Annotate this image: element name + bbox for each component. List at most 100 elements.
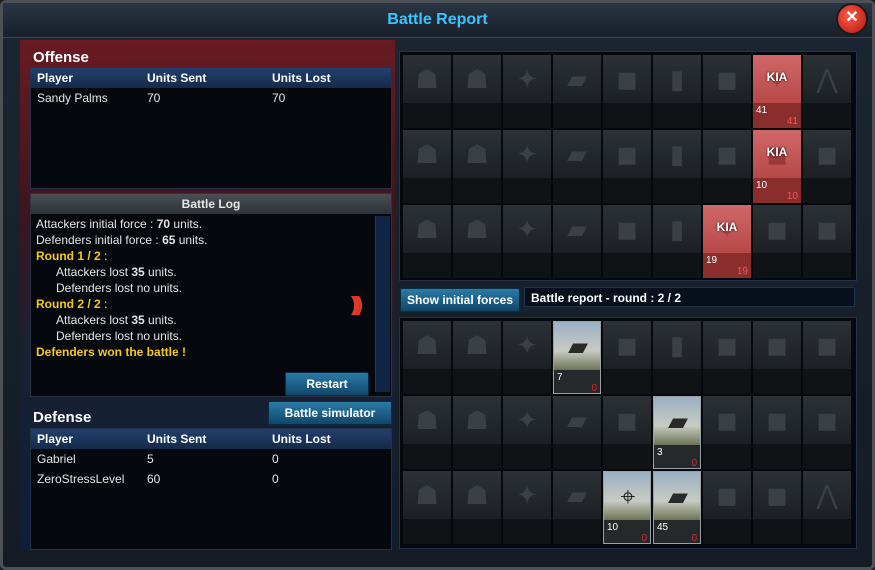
infantry-icon: ☗ (415, 330, 439, 360)
unit-slot-tank[interactable]: ◼ (603, 205, 651, 278)
unit-slot-tank[interactable]: ◼ (703, 396, 751, 469)
unit-slot-bazooka[interactable]: ✦ (503, 471, 551, 544)
unit-slot-artillery[interactable]: ⋀ (803, 471, 851, 544)
unit-slot-footer (553, 253, 601, 278)
unit-slot-aa[interactable]: ⌖ 10 0 (603, 471, 651, 544)
tank-icon: ◼ (816, 139, 838, 169)
unit-slot-truck[interactable]: ▮ (653, 130, 701, 203)
unit-slot-jeep[interactable]: ▰ (553, 471, 601, 544)
unit-slot-truck[interactable]: ▮ (653, 55, 701, 128)
unit-slot-tank[interactable]: ◼ (753, 471, 801, 544)
unit-slot-tank[interactable]: ◼ (753, 321, 801, 394)
tank-icon: ◼ (816, 214, 838, 244)
unit-slot-truck[interactable]: ▮ (653, 205, 701, 278)
unit-slot-tank[interactable]: ◼ (803, 321, 851, 394)
sound-wave-icon[interactable]: ))) (351, 294, 363, 317)
tank-icon: ◼ (716, 139, 738, 169)
artillery-icon: ⋀ (816, 480, 838, 510)
unit-slot-footer (403, 519, 451, 544)
unit-slot-bazooka[interactable]: ✦ (503, 130, 551, 203)
unit-slot-infantry[interactable]: ☗ (403, 55, 451, 128)
bazooka-icon: ✦ (516, 214, 538, 244)
units-lost: 0 (272, 452, 279, 466)
unit-slot-infantry[interactable]: ☗ (453, 471, 501, 544)
units-sent: 5 (147, 452, 154, 466)
unit-slot-footer (453, 253, 501, 278)
unit-lost: 10 (786, 191, 798, 202)
unit-slot-tank[interactable]: ◼ (703, 130, 751, 203)
unit-lost: 0 (691, 533, 697, 544)
unit-slot-bazooka[interactable]: ✦ (503, 205, 551, 278)
unit-slot-tank[interactable]: ◼ (803, 396, 851, 469)
unit-slot-tank[interactable]: ◼ (703, 321, 751, 394)
unit-slot-tank[interactable]: ◼ KIA 10 10 (753, 130, 801, 203)
battle-simulator-button[interactable]: Battle simulator (268, 401, 392, 425)
unit-slot-footer (453, 369, 501, 394)
unit-slot-jeep[interactable]: ▰ (553, 55, 601, 128)
close-button[interactable]: ✕ (836, 3, 868, 35)
unit-slot-infantry[interactable]: ☗ (403, 205, 451, 278)
unit-slot-footer (603, 369, 651, 394)
unit-slot-jeep[interactable]: ▰ (553, 396, 601, 469)
unit-slot-footer (503, 178, 551, 203)
infantry-icon: ☗ (415, 64, 439, 94)
col-units-lost: Units Lost (272, 432, 331, 446)
log-round-header: Round 2 / 2 : (36, 297, 108, 311)
unit-slot-tank[interactable]: ◼ (803, 130, 851, 203)
unit-slot-humvee[interactable]: ▰ 7 0 (553, 321, 601, 394)
unit-slot-tank[interactable]: ◼ (603, 396, 651, 469)
unit-slot-infantry[interactable]: ☗ (453, 321, 501, 394)
infantry-icon: ☗ (415, 405, 439, 435)
unit-slot-footer (803, 444, 851, 469)
show-initial-forces-button[interactable]: Show initial forces (400, 288, 520, 312)
unit-slot-jeep[interactable]: ▰ (553, 130, 601, 203)
unit-slot-humvee[interactable]: ▰ 3 0 (653, 396, 701, 469)
unit-slot-footer (403, 444, 451, 469)
unit-slot-infantry[interactable]: ☗ (403, 471, 451, 544)
unit-slot-bazooka[interactable]: ✦ (503, 55, 551, 128)
unit-slot-bazooka[interactable]: ✦ (503, 321, 551, 394)
unit-slot-infantry[interactable]: ☗ (453, 55, 501, 128)
infantry-icon: ☗ (465, 405, 489, 435)
col-units-sent: Units Sent (147, 432, 207, 446)
unit-slot-bazooka[interactable]: ✦ (503, 396, 551, 469)
unit-slot-tank[interactable]: ◼ (603, 55, 651, 128)
unit-slot-tank[interactable]: ◼ (803, 205, 851, 278)
close-icon: ✕ (845, 9, 859, 26)
unit-slot-infantry[interactable]: ☗ (403, 321, 451, 394)
unit-slot-footer (553, 444, 601, 469)
unit-slot-truck[interactable]: ▮ (653, 321, 701, 394)
unit-lost: 41 (786, 116, 798, 127)
unit-slot-aa[interactable]: ⌖ KIA 41 41 (753, 55, 801, 128)
unit-slot-infantry[interactable]: ☗ (453, 130, 501, 203)
kia-label: KIA (716, 220, 738, 234)
tank-icon: ◼ (716, 64, 738, 94)
bazooka-icon: ✦ (516, 480, 538, 510)
unit-slot-tank[interactable]: ◼ (603, 321, 651, 394)
unit-slot-aa[interactable]: ⌖ KIA 19 19 (703, 205, 751, 278)
unit-slot-jeep[interactable]: ▰ (553, 205, 601, 278)
unit-slot-humvee[interactable]: ▰ 45 0 (653, 471, 701, 544)
restart-button[interactable]: Restart (285, 372, 369, 396)
artillery-icon: ⋀ (816, 64, 838, 94)
log-scrollbar[interactable] (375, 216, 390, 392)
unit-slot-infantry[interactable]: ☗ (403, 130, 451, 203)
unit-slot-footer (703, 519, 751, 544)
unit-slot-footer (503, 519, 551, 544)
unit-slot-infantry[interactable]: ☗ (453, 205, 501, 278)
unit-slot-tank[interactable]: ◼ (703, 55, 751, 128)
unit-slot-tank[interactable]: ◼ (603, 130, 651, 203)
defender-unit-grid: ☗ ☗ ✦ ▰ 7 0 ◼ ▮ ◼ ◼ ◼ ☗ ☗ ✦ ▰ ◼ ▰ 3 0 ◼ ◼ ◼ ☗ ☗ ✦ ▰ ⌖ 10 0 ▰ 45 0 ◼ ◼ ⋀ (399, 317, 857, 549)
unit-count: 19 (706, 255, 718, 266)
unit-slot-artillery[interactable]: ⋀ (803, 55, 851, 128)
unit-slot-footer (803, 519, 851, 544)
unit-slot-tank[interactable]: ◼ (753, 396, 801, 469)
log-line: Attackers lost 35 units. (56, 313, 177, 327)
unit-slot-infantry[interactable]: ☗ (453, 396, 501, 469)
unit-slot-infantry[interactable]: ☗ (403, 396, 451, 469)
col-units-sent: Units Sent (147, 71, 207, 85)
unit-slot-footer (503, 369, 551, 394)
kia-label: KIA (766, 70, 788, 84)
unit-slot-tank[interactable]: ◼ (753, 205, 801, 278)
unit-slot-tank[interactable]: ◼ (703, 471, 751, 544)
